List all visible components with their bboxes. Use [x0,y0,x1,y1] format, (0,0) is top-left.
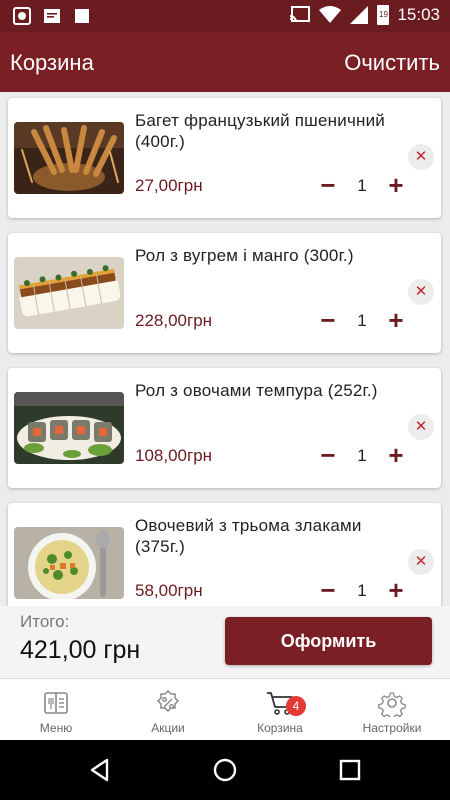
product-name: Багет французький пшеничний (400г.) [135,111,385,151]
product-price: 58,00грн [135,581,203,600]
decrease-quantity-button[interactable]: − [316,440,340,470]
quantity-value: 1 [357,311,367,330]
cart-item: Рол з овочами темпура (252г.) 108,00грн … [8,368,441,488]
battery-level: 19 [379,10,388,19]
quantity-value: 1 [357,581,367,600]
remove-item-button[interactable]: ✕ [408,279,434,305]
quantity-value: 1 [357,446,367,465]
nav-item-settings[interactable]: Настройки [336,679,448,741]
back-icon[interactable] [85,755,115,785]
order-summary: Итого: 421,00 грн Оформить [0,606,450,678]
cast-icon [290,6,311,23]
nav-label-promotions: Акции [151,721,185,735]
total-label: Итого: [20,612,70,631]
recents-icon[interactable] [335,755,365,785]
cart-count-badge: 4 [286,696,306,716]
nav-item-cart[interactable]: 4 Корзина [224,679,336,741]
product-image-eel-roll [14,257,124,329]
cart-list[interactable]: Багет французький пшеничний (400г.) 27,0… [0,92,450,606]
product-name: Рол з овочами темпура (252г.) [135,381,378,400]
stop-icon [75,9,89,23]
system-navigation-bar [0,740,450,800]
remove-item-button[interactable]: ✕ [408,549,434,575]
product-image-bread [14,122,124,194]
menu-book-icon [44,692,68,714]
clear-cart-button[interactable]: Очистить [344,50,440,76]
quantity-value: 1 [357,176,367,195]
checkout-button[interactable]: Оформить [225,617,432,665]
remove-item-button[interactable]: ✕ [408,414,434,440]
nav-label-settings: Настройки [362,721,422,735]
product-name: Овочевий з трьома злаками (375г.) [135,516,362,556]
status-bar-right: 19 15:03 [289,5,440,25]
product-image-tempura-roll [14,392,124,464]
product-price: 27,00грн [135,176,203,195]
increase-quantity-button[interactable]: + [384,170,408,200]
page-title: Корзина [10,50,94,75]
product-name: Рол з вугрем і манго (300г.) [135,246,354,265]
cart-item: Багет французький пшеничний (400г.) 27,0… [8,98,441,218]
message-icon [44,9,60,23]
signal-icon [350,6,369,24]
decrease-quantity-button[interactable]: − [316,305,340,335]
product-image-soup [14,527,124,599]
clock: 15:03 [397,5,440,24]
gear-icon [378,692,406,717]
status-bar: 19 15:03 [0,0,450,32]
total-value: 421,00 грн [20,636,141,664]
increase-quantity-button[interactable]: + [384,440,408,470]
home-icon[interactable] [210,755,240,785]
decrease-quantity-button[interactable]: − [316,575,340,605]
remove-item-button[interactable]: ✕ [408,144,434,170]
increase-quantity-button[interactable]: + [384,575,408,605]
decrease-quantity-button[interactable]: − [316,170,340,200]
product-price: 228,00грн [135,311,213,330]
screenshot-icon [13,7,31,25]
nav-label-cart: Корзина [257,721,303,735]
cart-item: Рол з вугрем і манго (300г.) 228,00грн ✕… [8,233,441,353]
increase-quantity-button[interactable]: + [384,305,408,335]
wifi-icon [319,6,342,23]
nav-label-menu: Меню [39,721,73,735]
discount-icon [156,689,180,713]
app-bar: Корзина Очистить [0,32,450,92]
nav-item-promotions[interactable]: Акции [112,679,224,741]
nav-item-menu[interactable]: Меню [0,679,112,741]
battery-icon: 19 [377,5,390,25]
status-bar-left [12,6,92,26]
bottom-navigation: Меню Акции 4 Корзина Настройки [0,678,450,740]
product-price: 108,00грн [135,446,213,465]
cart-item: Овочевий з трьома злаками (375г.) 58,00г… [8,503,441,606]
